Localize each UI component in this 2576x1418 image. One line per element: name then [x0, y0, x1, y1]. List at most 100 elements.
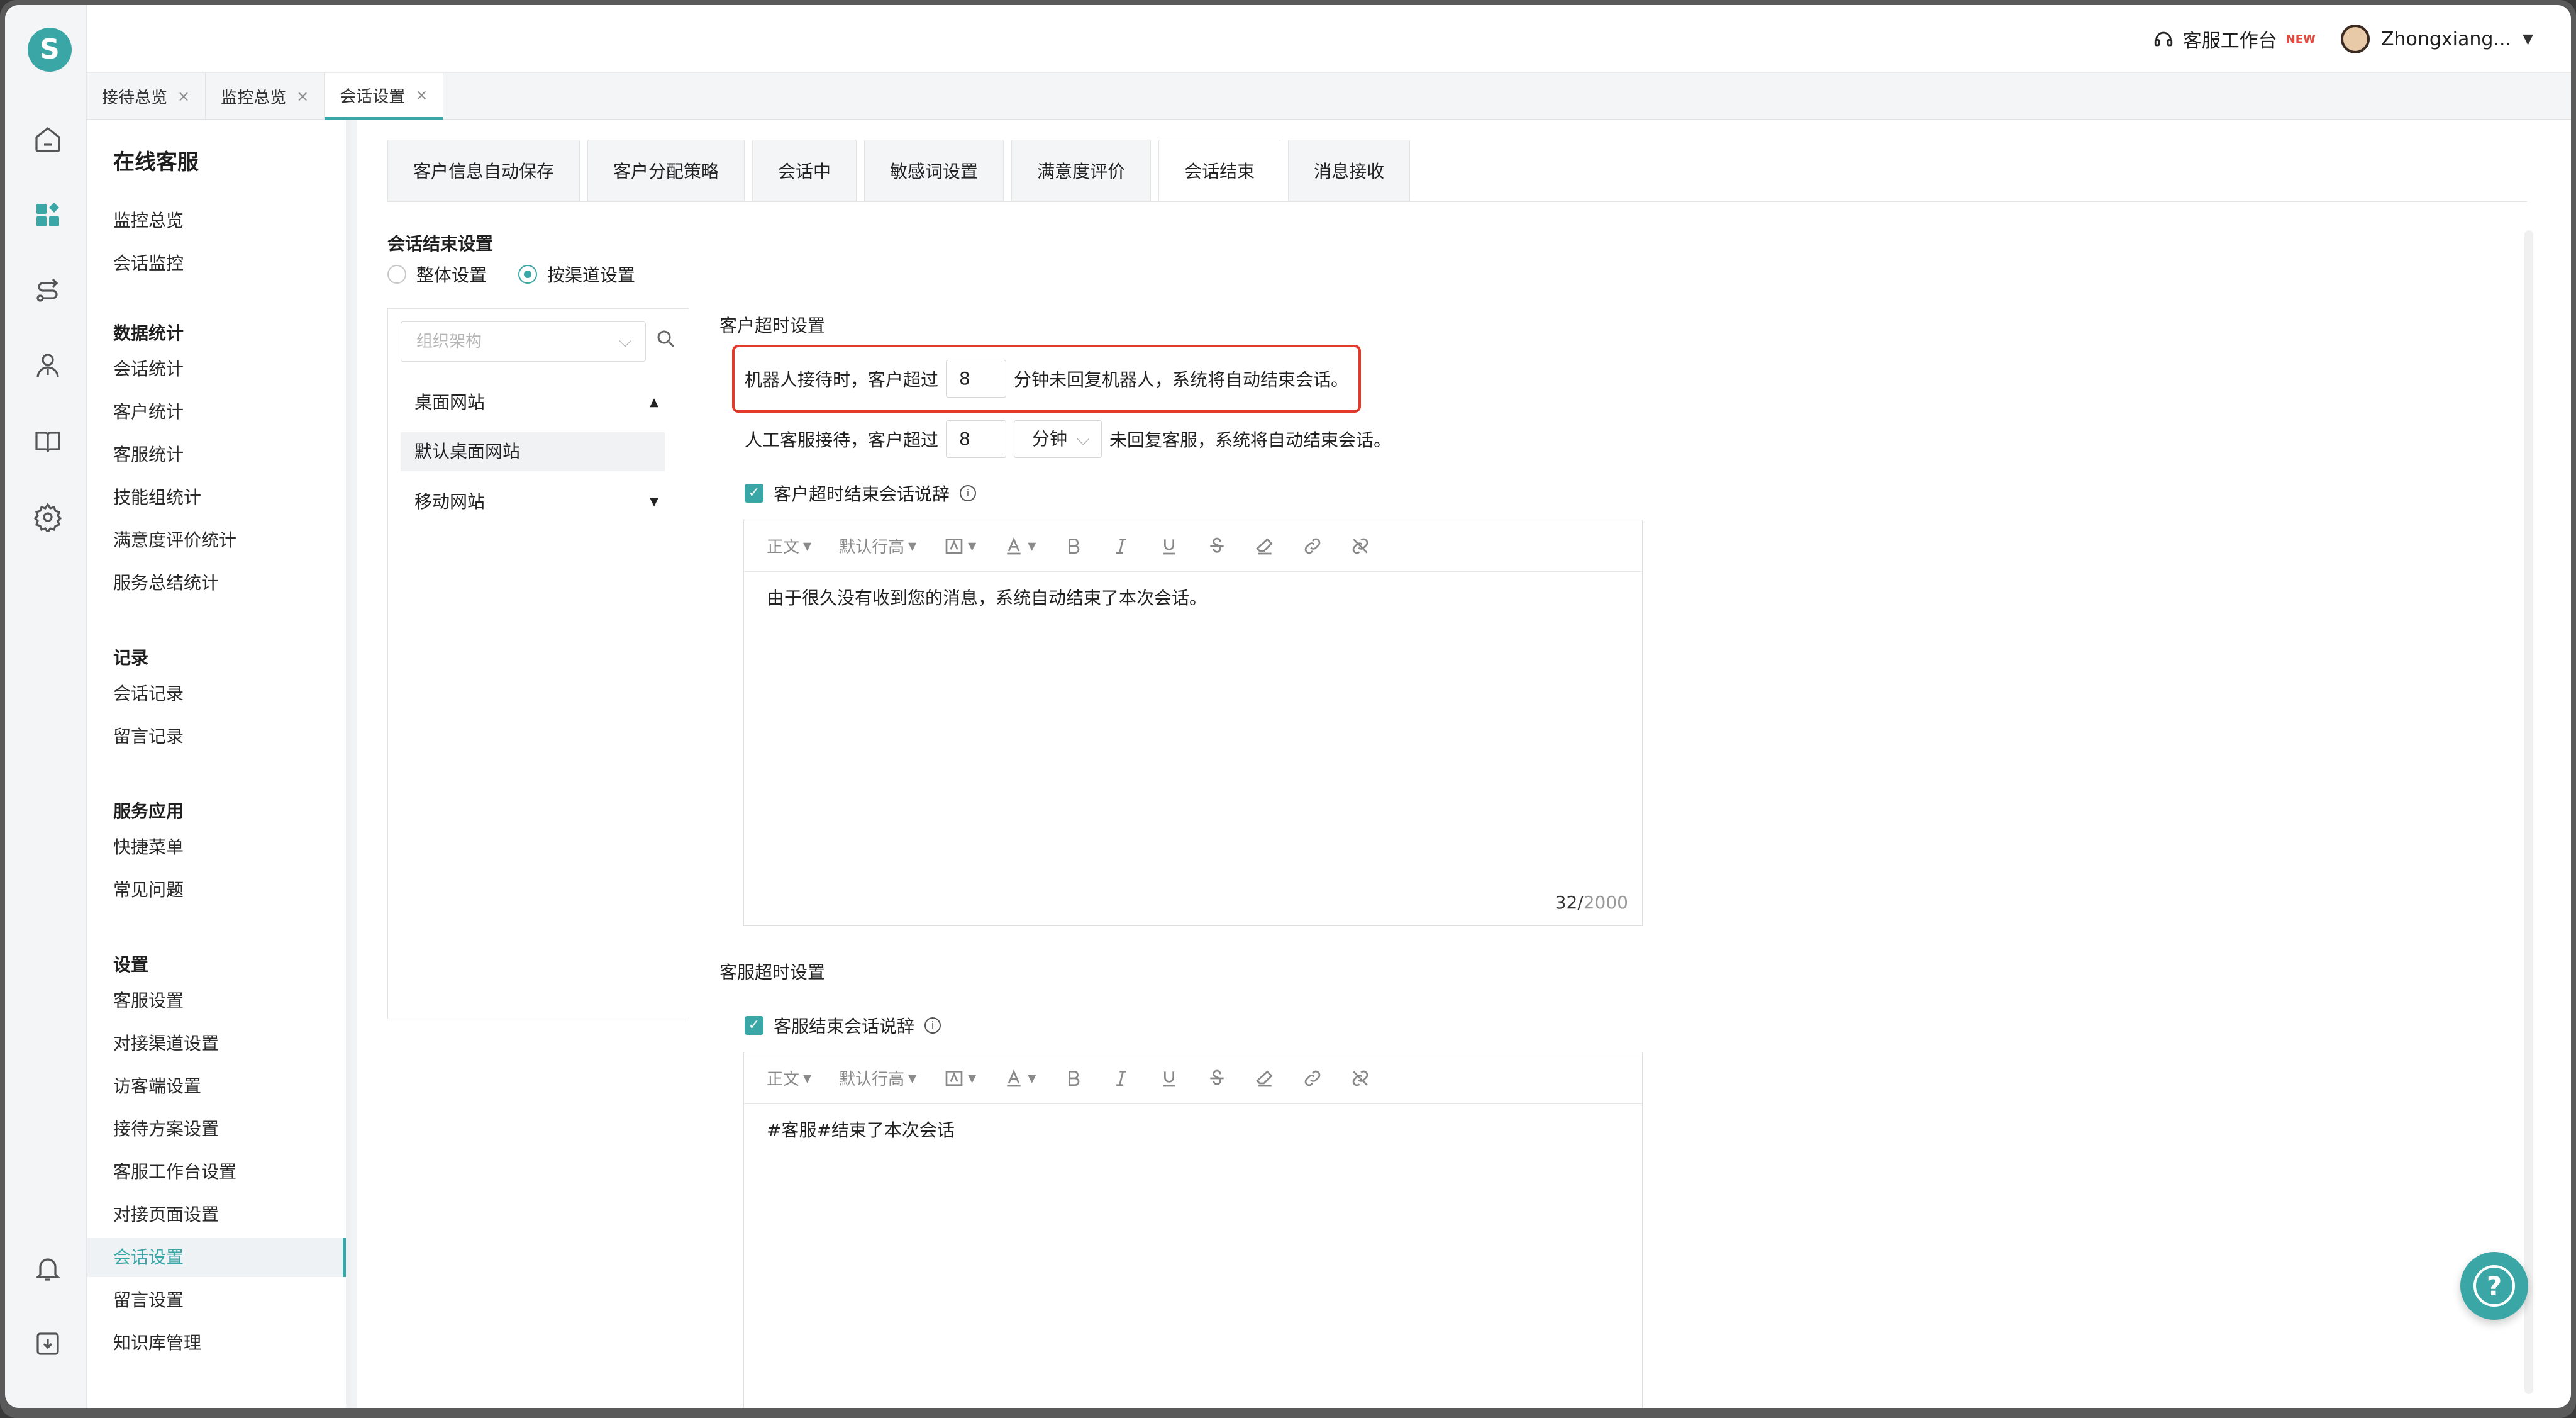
- sidebar-item-customer-stats[interactable]: 客户统计: [87, 393, 346, 432]
- sidebar-item-faq[interactable]: 常见问题: [87, 871, 346, 910]
- bell-icon[interactable]: [30, 1251, 65, 1286]
- customer-timeout-editor[interactable]: 正文 ▾ 默认行高 ▾ ▾ ▾ 由于很久没有收到您的消息，系统自动结束了本次会话。 …: [743, 520, 1643, 926]
- sidebar-item-reception-plan-settings[interactable]: 接待方案设置: [87, 1110, 346, 1149]
- italic-icon[interactable]: [1111, 1068, 1131, 1088]
- sidebar-item-session-monitor[interactable]: 会话监控: [87, 244, 346, 283]
- close-icon[interactable]: ×: [296, 87, 309, 105]
- sidebar-item-knowledge-base[interactable]: 知识库管理: [87, 1324, 346, 1363]
- unit-select[interactable]: 分钟 ⌵: [1014, 420, 1102, 458]
- channel-node-mobile[interactable]: 移动网站 ▼: [401, 483, 665, 522]
- scrollbar[interactable]: [2524, 230, 2533, 1394]
- sidebar-item-skill-group-stats[interactable]: 技能组统计: [87, 478, 346, 517]
- bg-color-icon[interactable]: ▾: [944, 536, 976, 556]
- tab-satisfaction[interactable]: 满意度评价: [1011, 140, 1152, 201]
- close-icon[interactable]: ×: [415, 86, 428, 104]
- bold-icon[interactable]: [1063, 536, 1084, 556]
- editor-content[interactable]: 由于很久没有收到您的消息，系统自动结束了本次会话。: [744, 572, 1642, 622]
- section-title: 会话结束设置: [387, 233, 494, 254]
- checkbox-checked[interactable]: ✓: [745, 1016, 763, 1035]
- link-icon[interactable]: [1302, 536, 1323, 556]
- logo-icon[interactable]: S: [28, 28, 72, 72]
- home-icon[interactable]: [30, 122, 65, 157]
- paragraph-select[interactable]: 正文 ▾: [767, 1066, 811, 1090]
- sidebar-item-session-stats[interactable]: 会话统计: [87, 350, 346, 389]
- editor-content[interactable]: #客服#结束了本次会话: [744, 1104, 1642, 1154]
- eraser-icon[interactable]: [1255, 1068, 1275, 1088]
- book-icon[interactable]: [30, 424, 65, 459]
- radio-overall[interactable]: 整体设置: [387, 262, 487, 287]
- info-icon[interactable]: i: [960, 485, 977, 501]
- settings-gear-icon[interactable]: [30, 500, 65, 535]
- close-icon[interactable]: ×: [177, 87, 190, 105]
- sidebar-item-session-records[interactable]: 会话记录: [87, 674, 346, 713]
- chevron-down-icon: ⌵: [619, 332, 631, 351]
- line-height-select[interactable]: 默认行高 ▾: [839, 1066, 916, 1090]
- channel-node-desktop[interactable]: 桌面网站 ▲: [401, 383, 665, 422]
- workbench-label: 客服工作台: [2182, 30, 2277, 52]
- search-icon[interactable]: [655, 328, 677, 350]
- bg-color-icon[interactable]: ▾: [944, 1068, 976, 1088]
- tab-session-end[interactable]: 会话结束: [1158, 140, 1281, 201]
- workbench-link[interactable]: 客服工作台 NEW: [2153, 25, 2316, 53]
- agent-timeout-editor[interactable]: 正文 ▾ 默认行高 ▾ ▾ ▾ #客服#结束了本次会话: [743, 1052, 1643, 1408]
- font-color-icon[interactable]: ▾: [1004, 1068, 1036, 1088]
- sidebar-item-session-settings[interactable]: 会话设置: [87, 1238, 346, 1277]
- link-icon[interactable]: [1302, 1068, 1323, 1088]
- line-height-select[interactable]: 默认行高 ▾: [839, 534, 916, 557]
- channel-node-default-desktop[interactable]: 默认桌面网站: [401, 432, 665, 471]
- page-tab-monitor-overview[interactable]: 监控总览 ×: [206, 73, 325, 120]
- underline-icon[interactable]: [1159, 536, 1179, 556]
- robot-timeout-input[interactable]: 8: [946, 360, 1007, 398]
- line-height-label: 默认行高: [839, 538, 905, 557]
- agent-timeout-input[interactable]: 8: [946, 420, 1007, 458]
- sidebar-item-channel-settings[interactable]: 对接渠道设置: [87, 1024, 346, 1063]
- help-button[interactable]: ?: [2460, 1252, 2528, 1320]
- sidebar-item-page-settings[interactable]: 对接页面设置: [87, 1195, 346, 1234]
- tab-in-session[interactable]: 会话中: [752, 140, 857, 201]
- tab-message-receive[interactable]: 消息接收: [1288, 140, 1411, 201]
- sidebar-item-satisfaction-stats[interactable]: 满意度评价统计: [87, 521, 346, 560]
- eraser-icon[interactable]: [1255, 536, 1275, 556]
- sidebar-item-workbench-settings[interactable]: 客服工作台设置: [87, 1153, 346, 1192]
- underline-icon[interactable]: [1159, 1068, 1179, 1088]
- user-money-icon[interactable]: [30, 349, 65, 384]
- unlink-icon[interactable]: [1350, 1068, 1370, 1088]
- sidebar-item-agent-settings[interactable]: 客服设置: [87, 981, 346, 1020]
- radio-by-channel[interactable]: 按渠道设置: [518, 262, 635, 287]
- unlink-icon[interactable]: [1350, 536, 1370, 556]
- unit-select-value: 分钟: [1032, 428, 1068, 449]
- app-frame: S 客服工作台 NEW Zhongxiang... ▼ 接待总览 × 监控总览 …: [5, 5, 2571, 1408]
- sidebar-item-message-records[interactable]: 留言记录: [87, 717, 346, 756]
- dashboard-icon[interactable]: [30, 198, 65, 233]
- agent-timeout-check[interactable]: ✓ 客服结束会话说辞 i: [745, 1013, 941, 1038]
- page-tab-reception-overview[interactable]: 接待总览 ×: [87, 73, 206, 120]
- sidebar-item-message-settings[interactable]: 留言设置: [87, 1281, 346, 1320]
- italic-icon[interactable]: [1111, 536, 1131, 556]
- editor-toolbar: 正文 ▾ 默认行高 ▾ ▾ ▾: [744, 520, 1642, 572]
- checkbox-checked[interactable]: ✓: [745, 484, 763, 503]
- sidebar-item-service-summary-stats[interactable]: 服务总结统计: [87, 564, 346, 603]
- page-tab-label: 接待总览: [102, 88, 168, 108]
- download-icon[interactable]: [30, 1326, 65, 1361]
- font-color-icon[interactable]: ▾: [1004, 536, 1036, 556]
- strikethrough-icon[interactable]: [1207, 536, 1227, 556]
- tab-auto-save[interactable]: 客户信息自动保存: [387, 140, 580, 201]
- bold-icon[interactable]: [1063, 1068, 1084, 1088]
- editor-toolbar: 正文 ▾ 默认行高 ▾ ▾ ▾: [744, 1052, 1642, 1104]
- paragraph-select[interactable]: 正文 ▾: [767, 534, 811, 557]
- org-select[interactable]: 组织架构 ⌵: [401, 321, 646, 362]
- sidebar-group-records: 记录: [113, 647, 149, 668]
- user-menu[interactable]: Zhongxiang... ▼: [2340, 25, 2533, 53]
- info-icon[interactable]: i: [924, 1017, 941, 1034]
- customer-timeout-check[interactable]: ✓ 客户超时结束会话说辞 i: [745, 481, 977, 506]
- sidebar-item-monitor-overview[interactable]: 监控总览: [87, 201, 346, 240]
- page-tab-session-settings[interactable]: 会话设置 ×: [325, 73, 444, 120]
- tab-assignment[interactable]: 客户分配策略: [587, 140, 745, 201]
- routing-icon[interactable]: [30, 273, 65, 308]
- tab-sensitive-words[interactable]: 敏感词设置: [864, 140, 1004, 201]
- sidebar-item-agent-stats[interactable]: 客服统计: [87, 435, 346, 474]
- sidebar-item-quick-menu[interactable]: 快捷菜单: [87, 828, 346, 867]
- sidebar-item-visitor-settings[interactable]: 访客端设置: [87, 1067, 346, 1106]
- strikethrough-icon[interactable]: [1207, 1068, 1227, 1088]
- mode-radio-group: 整体设置 按渠道设置: [387, 262, 635, 287]
